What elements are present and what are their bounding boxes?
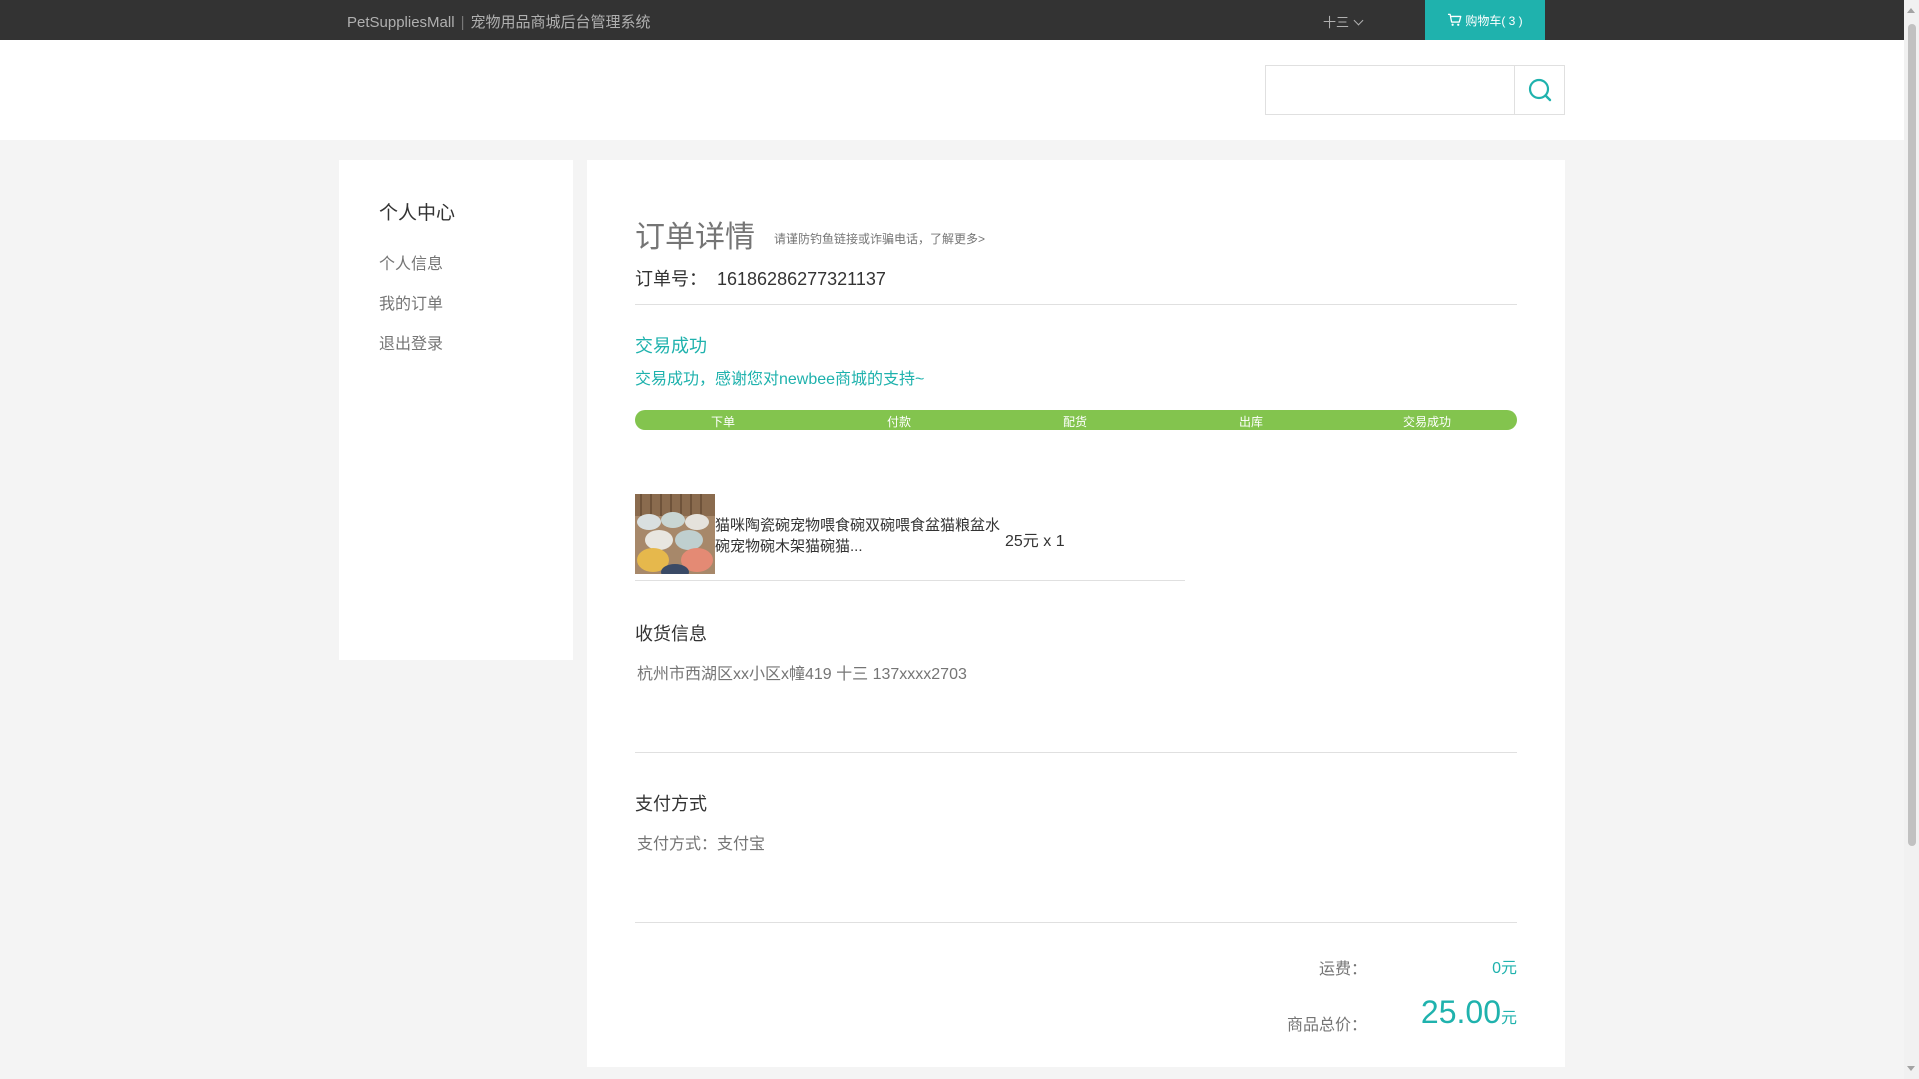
cart-button[interactable]: 购物车( 3 ) xyxy=(1425,0,1545,40)
product-price-qty: 25元 x 1 xyxy=(1005,533,1065,550)
header xyxy=(0,40,1904,140)
sidebar-title: 个人中心 xyxy=(379,203,456,224)
sidebar: 个人中心 个人信息 我的订单 退出登录 xyxy=(339,160,573,660)
page-title: 订单详情 xyxy=(635,221,755,254)
user-menu[interactable]: 十三 xyxy=(1323,12,1364,31)
product-name[interactable]: 猫咪陶瓷碗宠物喂食碗双碗喂食盆猫粮盆水碗宠物碗木架猫碗猫... xyxy=(715,515,1005,557)
product-image xyxy=(635,494,715,574)
shipping-address: 杭州市西湖区xx小区x幢419 十三 137xxxx2703 xyxy=(637,666,967,683)
brand-name[interactable]: PetSuppliesMall xyxy=(347,14,455,31)
freight-label: 运费： xyxy=(1319,961,1368,978)
freight-unit: 元 xyxy=(1500,960,1517,977)
freight-amount: 0元 xyxy=(1417,954,1517,978)
top-nav-bar: PetSuppliesMall | 宠物用品商城后台管理系统 十三 购物车( 3 ) xyxy=(0,0,1904,40)
order-number: 订单号： 16186286277321137 xyxy=(635,265,886,291)
username[interactable]: 十三 xyxy=(1323,15,1349,30)
scroll-up-icon[interactable] xyxy=(1907,8,1915,13)
sidebar-item-profile[interactable]: 个人信息 xyxy=(379,250,443,274)
order-number-label: 订单号： xyxy=(635,269,707,289)
payment-method: 支付方式：支付宝 xyxy=(637,830,765,854)
system-name[interactable]: 宠物用品商城后台管理系统 xyxy=(470,14,650,31)
chevron-down-icon xyxy=(1353,15,1364,26)
payment-method-label: 支付方式： xyxy=(637,836,718,853)
total-unit: 元 xyxy=(1500,1010,1517,1027)
divider xyxy=(635,304,1517,305)
progress-step-order: 下单 xyxy=(710,415,736,429)
order-detail-panel: 订单详情 请谨防钓鱼链接或诈骗电话，了解更多> 订单号： 161862862773… xyxy=(587,160,1565,1067)
total-amount: 25.00元 xyxy=(1367,994,1517,1031)
divider xyxy=(635,752,1517,753)
payment-method-value: 支付宝 xyxy=(717,836,766,853)
progress-step-done: 交易成功 xyxy=(1402,415,1452,429)
brand-separator: | xyxy=(460,14,465,31)
cart-icon xyxy=(1448,13,1462,26)
sidebar-item-orders[interactable]: 我的订单 xyxy=(379,290,443,314)
order-progress-bar: 下单 付款 配货 出库 交易成功 xyxy=(635,410,1517,430)
search-button[interactable] xyxy=(1515,65,1565,115)
shipping-title: 收货信息 xyxy=(635,624,707,644)
total-value: 25.00 xyxy=(1420,994,1501,1030)
order-number-value: 16186286277321137 xyxy=(717,269,886,289)
total-label: 商品总价： xyxy=(1287,1017,1368,1034)
status-message: 交易成功，感谢您对newbee商城的支持~ xyxy=(635,371,925,388)
freight-value: 0 xyxy=(1492,960,1501,977)
divider xyxy=(635,922,1517,923)
payment-title: 支付方式 xyxy=(635,794,707,814)
product-divider xyxy=(635,580,1185,581)
status-title: 交易成功 xyxy=(635,336,707,356)
search-input[interactable] xyxy=(1265,65,1515,115)
fraud-tip-link[interactable]: 请谨防钓鱼链接或诈骗电话，了解更多> xyxy=(774,230,985,247)
search-icon xyxy=(1528,78,1551,102)
scrollbar-thumb[interactable] xyxy=(1908,24,1916,846)
sidebar-item-logout[interactable]: 退出登录 xyxy=(379,330,443,354)
scroll-down-icon[interactable] xyxy=(1907,1066,1915,1071)
progress-step-pick: 配货 xyxy=(1062,415,1088,429)
progress-step-ship: 出库 xyxy=(1238,415,1264,429)
cart-label[interactable]: 购物车( 3 ) xyxy=(1465,12,1522,29)
product-thumbnail[interactable] xyxy=(635,494,715,574)
progress-step-pay: 付款 xyxy=(886,415,912,429)
site-brand[interactable]: PetSuppliesMall | 宠物用品商城后台管理系统 xyxy=(347,11,650,32)
page-scrollbar[interactable] xyxy=(1904,0,1919,1079)
